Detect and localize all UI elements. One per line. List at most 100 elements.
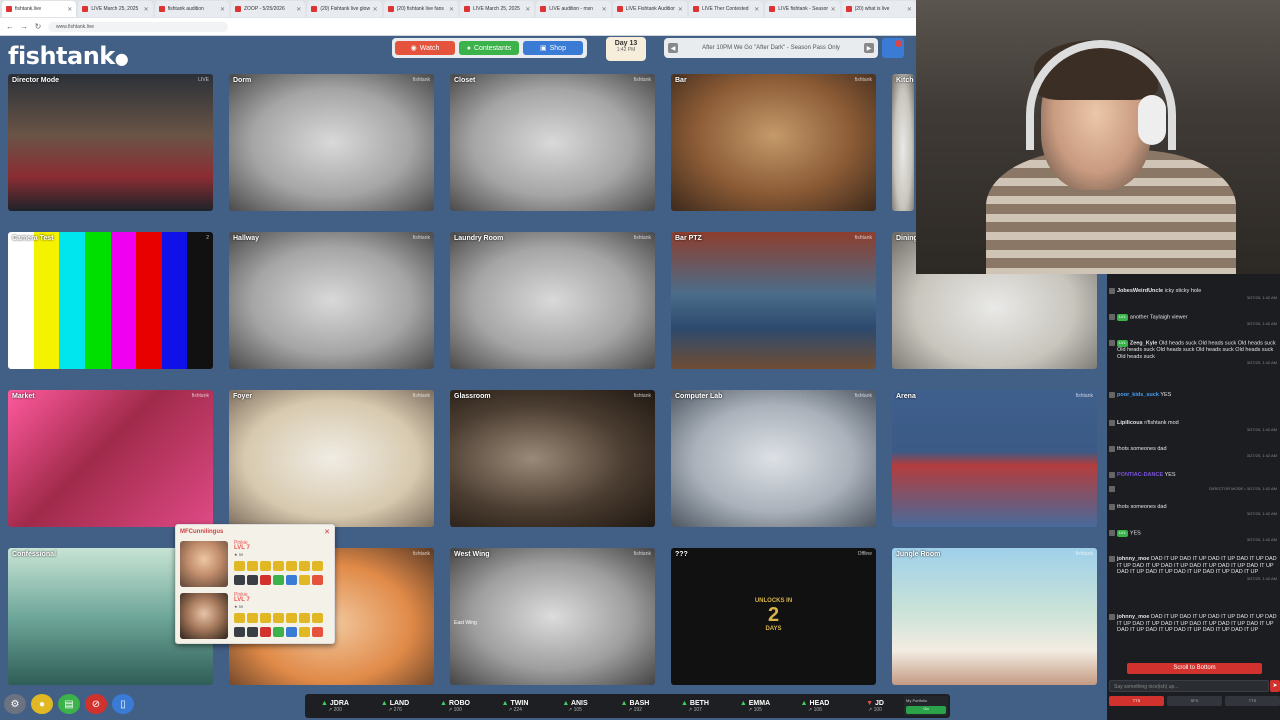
action-icon[interactable] xyxy=(312,561,323,571)
chat-message[interactable]: thots someones dad 3/27/25, 1:42 AM xyxy=(1109,504,1277,517)
ticker-item[interactable]: ▲ TWIN ↗ 224 xyxy=(485,700,545,713)
chat-tab[interactable]: SFX xyxy=(1167,696,1222,706)
chat-message[interactable]: DIRECTOR MODE • 3/27/25, 1:42 AM xyxy=(1109,486,1277,493)
close-tab-icon[interactable]: ✕ xyxy=(831,6,836,13)
action-icon[interactable] xyxy=(273,575,284,585)
chat-username[interactable]: PONTIAC-DANCE xyxy=(1117,472,1163,478)
action-icon[interactable] xyxy=(312,627,323,637)
action-icon[interactable] xyxy=(286,613,297,623)
action-icon[interactable] xyxy=(247,613,258,623)
chat-username[interactable]: Zeeg_Kyle xyxy=(1130,341,1158,347)
camera-tile[interactable]: Foyer fishtank xyxy=(229,390,434,527)
action-icon[interactable] xyxy=(312,575,323,585)
camera-tile[interactable]: Market fishtank xyxy=(8,390,213,527)
close-tab-icon[interactable]: ✕ xyxy=(754,6,759,13)
action-icon[interactable] xyxy=(234,627,245,637)
browser-tab[interactable]: LIVE March 25, 2025 ✕ xyxy=(459,1,535,17)
ticker-item[interactable]: ▲ JDRA ↗ 200 xyxy=(305,700,365,713)
portfolio-widget[interactable]: My Portfolio Go xyxy=(904,696,948,716)
close-tab-icon[interactable]: ✕ xyxy=(525,6,530,13)
camera-tile[interactable]: Computer Lab fishtank xyxy=(671,390,876,527)
chat-username[interactable]: poor_kids_suck xyxy=(1117,392,1159,398)
coin-icon[interactable]: ● xyxy=(31,694,53,714)
close-tab-icon[interactable]: ✕ xyxy=(449,6,454,13)
chat-input[interactable]: Say something nice(ish) up... xyxy=(1109,680,1269,692)
chat-message[interactable]: LVL Zeeg_Kyle Old heads suck Old heads su… xyxy=(1109,340,1277,367)
camera-tile[interactable]: Director Mode LIVE xyxy=(8,74,213,211)
action-icon[interactable] xyxy=(273,561,284,571)
action-icon[interactable] xyxy=(260,561,271,571)
camera-tile[interactable]: Hallway fishtank xyxy=(229,232,434,369)
phone-icon[interactable]: ▯ xyxy=(112,694,134,714)
ticker-item[interactable]: ▲ HEAD ↗ 106 xyxy=(785,700,845,713)
close-tab-icon[interactable]: ✕ xyxy=(144,6,149,13)
chat-message[interactable]: thots someones dad 3/27/25, 1:42 AM xyxy=(1109,446,1277,459)
contestants-button[interactable]: ● Contestants xyxy=(459,41,519,55)
chat-username[interactable]: JobesWeirdUncle xyxy=(1117,288,1163,294)
action-icon[interactable] xyxy=(299,627,310,637)
camera-tile[interactable]: Kitchen xyxy=(892,74,914,211)
settings-gear-icon[interactable]: ⚙ xyxy=(4,694,26,714)
action-icon[interactable] xyxy=(273,627,284,637)
chat-message[interactable]: JobesWeirdUncle icky sticky hole 3/27/25,… xyxy=(1109,288,1277,301)
camera-tile[interactable]: Camera Test 2 xyxy=(8,232,213,369)
action-icon[interactable] xyxy=(273,613,284,623)
chat-message[interactable]: Lipilicous r/fishtank mod 3/27/25, 1:42 A… xyxy=(1109,420,1277,433)
chat-username[interactable]: johnny_moe xyxy=(1117,614,1149,620)
camera-tile[interactable]: Bar PTZ fishtank xyxy=(671,232,876,369)
browser-tab[interactable]: LIVE March 25, 2025 ✕ xyxy=(78,1,153,17)
close-tab-icon[interactable]: ✕ xyxy=(907,6,912,13)
chat-message[interactable]: johnny_moe DAD IT UP DAD IT UP DAD IT UP… xyxy=(1109,556,1277,582)
camera-tile[interactable]: Bar fishtank xyxy=(671,74,876,211)
action-icon[interactable] xyxy=(247,627,258,637)
camera-tile[interactable]: Jungle Room fishtank xyxy=(892,548,1097,685)
action-icon[interactable] xyxy=(247,575,258,585)
contestant-row[interactable]: Pinkie LVL 7 ★ 59 xyxy=(178,539,332,589)
account-button[interactable] xyxy=(882,38,904,58)
chat-tab[interactable]: TTS xyxy=(1109,696,1164,706)
ticker-item[interactable]: ▲ LAND ↗ 276 xyxy=(365,700,425,713)
close-icon[interactable]: ✕ xyxy=(324,528,330,536)
next-announcement-icon[interactable]: ▶ xyxy=(864,43,874,53)
chat-message[interactable]: johnny_moe DAD IT UP DAD IT UP DAD IT UP… xyxy=(1109,614,1277,634)
browser-tab[interactable]: LIVE Fishtank Audition ✕ xyxy=(612,1,687,17)
camera-tile[interactable]: West Wing fishtank East Wing xyxy=(450,548,655,685)
ticker-item[interactable]: ▲ ROBO ↗ 100 xyxy=(425,700,485,713)
chat-message[interactable]: LVL another Taylaigh viewer 3/27/25, 1:42 … xyxy=(1109,314,1277,328)
browser-tab[interactable]: LIVE Ther Contested ✕ xyxy=(688,1,764,17)
browser-tab[interactable]: (20) Fishtank live glow ✕ xyxy=(307,1,382,17)
action-icon[interactable] xyxy=(299,561,310,571)
ticker-item[interactable]: ▲ BETH ↗ 107 xyxy=(665,700,725,713)
chat-username[interactable]: Lipilicous xyxy=(1117,420,1143,426)
watch-button[interactable]: ◉ Watch xyxy=(395,41,455,55)
camera-tile[interactable]: Glassroom fishtank xyxy=(450,390,655,527)
action-icon[interactable] xyxy=(312,613,323,623)
chat-username[interactable]: johnny_moe xyxy=(1117,556,1149,562)
close-tab-icon[interactable]: ✕ xyxy=(602,6,607,13)
action-icon[interactable] xyxy=(260,627,271,637)
action-icon[interactable] xyxy=(286,627,297,637)
action-icon[interactable] xyxy=(260,575,271,585)
url-field[interactable]: www.fishtank.live xyxy=(48,21,228,32)
ticket-icon[interactable]: ▤ xyxy=(58,694,80,714)
forward-icon[interactable]: → xyxy=(20,22,28,31)
browser-tab[interactable]: fishtank.live ✕ xyxy=(2,1,77,17)
contestant-row[interactable]: Pinkie LVL 7 ★ 59 xyxy=(178,591,332,641)
ticker-item[interactable]: ▼ JD ↗ 100 xyxy=(845,700,905,713)
back-icon[interactable]: ← xyxy=(6,22,14,31)
chat-message[interactable]: poor_kids_suck YES xyxy=(1109,392,1277,399)
action-icon[interactable] xyxy=(234,613,245,623)
camera-tile[interactable]: Laundry Room fishtank xyxy=(450,232,655,369)
shop-button[interactable]: ▣ Shop xyxy=(523,41,583,55)
camera-tile[interactable]: Closet fishtank xyxy=(450,74,655,211)
prev-announcement-icon[interactable]: ◀ xyxy=(668,43,678,53)
browser-tab[interactable]: fishtank audition ✕ xyxy=(154,1,229,17)
ticker-item[interactable]: ▲ EMMA ↗ 105 xyxy=(725,700,785,713)
close-tab-icon[interactable]: ✕ xyxy=(296,6,301,13)
close-tab-icon[interactable]: ✕ xyxy=(220,6,225,13)
camera-tile[interactable]: Arena fishtank xyxy=(892,390,1097,527)
camera-tile[interactable]: Dorm fishtank xyxy=(229,74,434,211)
action-icon[interactable] xyxy=(234,575,245,585)
scroll-to-bottom-button[interactable]: Scroll to Bottom xyxy=(1127,663,1262,674)
close-tab-icon[interactable]: ✕ xyxy=(373,6,378,13)
